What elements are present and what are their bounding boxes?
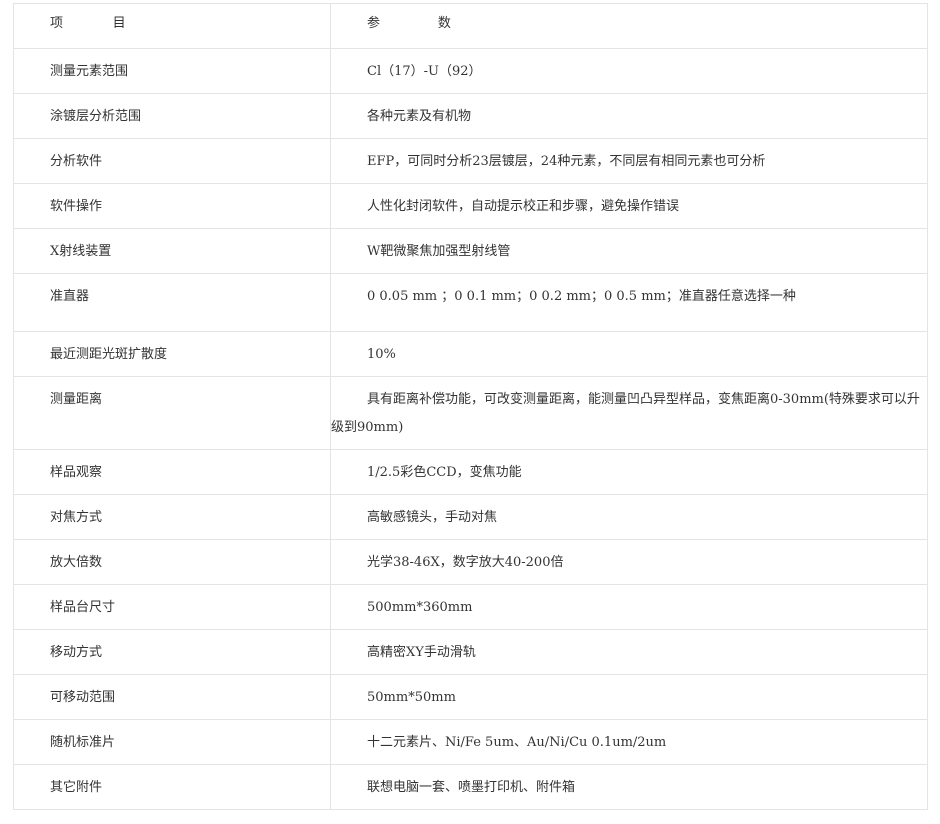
row-label: 测量元素范围: [13, 48, 331, 94]
row-label: 随机标准片: [13, 719, 331, 765]
table-header-row: 项 目 参 数: [13, 3, 928, 49]
table-row: 其它附件 联想电脑一套、喷墨打印机、附件箱: [13, 764, 928, 810]
header-param-label: 参 数: [367, 16, 451, 31]
table-row: X射线装置 W靶微聚焦加强型射线管: [13, 228, 928, 274]
table-row: 测量元素范围 Cl（17）-U（92）: [13, 48, 928, 94]
row-label: 对焦方式: [13, 494, 331, 540]
row-value: 500mm*360mm: [330, 584, 928, 630]
table-row: 软件操作 人性化封闭软件，自动提示校正和步骤，避免操作错误: [13, 183, 928, 229]
table-row: 涂镀层分析范围 各种元素及有机物: [13, 93, 928, 139]
row-label: 移动方式: [13, 629, 331, 675]
table-row: 移动方式 高精密XY手动滑轨: [13, 629, 928, 675]
row-label: 样品观察: [13, 449, 331, 495]
row-value: EFP，可同时分析23层镀层，24种元素，不同层有相同元素也可分析: [330, 138, 928, 184]
row-label: 软件操作: [13, 183, 331, 229]
row-value: W靶微聚焦加强型射线管: [330, 228, 928, 274]
header-param-cell: 参 数: [330, 3, 928, 49]
row-label: 准直器: [13, 273, 331, 332]
row-label: 其它附件: [13, 764, 331, 810]
row-label: 可移动范围: [13, 674, 331, 720]
row-value: 人性化封闭软件，自动提示校正和步骤，避免操作错误: [330, 183, 928, 229]
table-row: 随机标准片 十二元素片、Ni/Fe 5um、Au/Ni/Cu 0.1um/2um: [13, 719, 928, 765]
row-label: 测量距离: [13, 376, 331, 450]
row-label: 放大倍数: [13, 539, 331, 585]
table-row: 对焦方式 高敏感镜头，手动对焦: [13, 494, 928, 540]
row-value: 高敏感镜头，手动对焦: [330, 494, 928, 540]
row-label: 分析软件: [13, 138, 331, 184]
table-row: 可移动范围 50mm*50mm: [13, 674, 928, 720]
table-row: 样品观察 1/2.5彩色CCD，变焦功能: [13, 449, 928, 495]
row-value: 50mm*50mm: [330, 674, 928, 720]
row-label: X射线装置: [13, 228, 331, 274]
row-value: 高精密XY手动滑轨: [330, 629, 928, 675]
table-row: 测量距离 具有距离补偿功能，可改变测量距离，能测量凹凸异型样品，变焦距离0-30…: [13, 376, 928, 450]
row-value: 具有距离补偿功能，可改变测量距离，能测量凹凸异型样品，变焦距离0-30mm(特殊…: [330, 376, 928, 450]
row-value: 10%: [330, 331, 928, 377]
table-row: 最近测距光斑扩散度 10%: [13, 331, 928, 377]
row-value: 1/2.5彩色CCD，变焦功能: [330, 449, 928, 495]
header-item-label: 项 目: [50, 16, 126, 31]
row-value: 联想电脑一套、喷墨打印机、附件箱: [330, 764, 928, 810]
row-value: 十二元素片、Ni/Fe 5um、Au/Ni/Cu 0.1um/2um: [330, 719, 928, 765]
table-row: 准直器 0 0.05 mm ；0 0.1 mm；0 0.2 mm；0 0.5 m…: [13, 273, 928, 332]
table-row: 放大倍数 光学38-46X，数字放大40-200倍: [13, 539, 928, 585]
header-item-cell: 项 目: [13, 3, 331, 49]
row-label: 样品台尺寸: [13, 584, 331, 630]
row-value: 各种元素及有机物: [330, 93, 928, 139]
spec-table: 项 目 参 数 测量元素范围 Cl（17）-U（92） 涂镀层分析范围 各种元素…: [13, 3, 928, 810]
table-row: 样品台尺寸 500mm*360mm: [13, 584, 928, 630]
row-value: 0 0.05 mm ；0 0.1 mm；0 0.2 mm；0 0.5 mm；准直…: [330, 273, 928, 332]
row-label: 涂镀层分析范围: [13, 93, 331, 139]
row-label: 最近测距光斑扩散度: [13, 331, 331, 377]
row-value: 光学38-46X，数字放大40-200倍: [330, 539, 928, 585]
table-row: 分析软件 EFP，可同时分析23层镀层，24种元素，不同层有相同元素也可分析: [13, 138, 928, 184]
row-value: Cl（17）-U（92）: [330, 48, 928, 94]
